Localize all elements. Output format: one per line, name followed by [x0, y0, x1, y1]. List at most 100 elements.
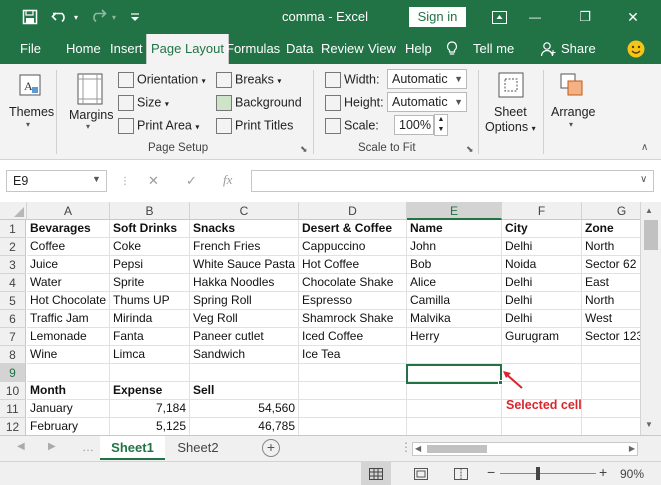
- cell-c1[interactable]: Snacks: [190, 220, 299, 238]
- cell-a11[interactable]: January: [27, 400, 110, 418]
- column-header-b[interactable]: B: [110, 202, 190, 220]
- next-sheet-icon[interactable]: ▶: [48, 441, 56, 452]
- column-header-e[interactable]: E: [407, 202, 502, 220]
- margins-icon[interactable]: [75, 72, 105, 106]
- cell-f1[interactable]: City: [502, 220, 582, 238]
- cell-a7[interactable]: Lemonade: [27, 328, 110, 346]
- cell-a3[interactable]: Juice: [27, 256, 110, 274]
- cell-d7[interactable]: Iced Coffee: [299, 328, 407, 346]
- cell-c7[interactable]: Paneer cutlet: [190, 328, 299, 346]
- cell-f2[interactable]: Delhi: [502, 238, 582, 256]
- cell-d4[interactable]: Chocolate Shake: [299, 274, 407, 292]
- row-header-12[interactable]: 12: [0, 418, 26, 435]
- cell-a5[interactable]: Hot Chocolate: [27, 292, 110, 310]
- cell-a1[interactable]: Bevarages: [27, 220, 110, 238]
- cell-b11[interactable]: 7,184: [110, 400, 190, 418]
- cell-f3[interactable]: Noida: [502, 256, 582, 274]
- cell-c8[interactable]: Sandwich: [190, 346, 299, 364]
- select-all-corner[interactable]: [0, 202, 27, 220]
- themes-dropdown-icon[interactable]: ▾: [26, 120, 30, 129]
- tab-formulas[interactable]: Formulas: [226, 34, 280, 64]
- cell-e7[interactable]: Herry: [407, 328, 502, 346]
- redo-dropdown-icon[interactable]: ▾: [108, 6, 120, 28]
- cell-d11[interactable]: [299, 400, 407, 418]
- column-header-d[interactable]: D: [299, 202, 407, 220]
- expand-formula-bar-icon[interactable]: ∨: [640, 174, 647, 185]
- cell-e12[interactable]: [407, 418, 502, 435]
- zoom-level[interactable]: 90%: [620, 467, 644, 481]
- sheet-tab-sheet1[interactable]: Sheet1: [100, 436, 165, 460]
- customize-toolbar-icon[interactable]: [125, 6, 145, 28]
- cell-b3[interactable]: Pepsi: [110, 256, 190, 274]
- tab-page-layout[interactable]: Page Layout: [146, 34, 230, 64]
- sheet-options-button[interactable]: Options ▾: [485, 120, 536, 134]
- breaks-button[interactable]: Breaks ▾: [216, 72, 281, 88]
- zoom-slider-thumb[interactable]: [536, 467, 540, 480]
- new-sheet-icon[interactable]: +: [262, 439, 280, 457]
- cell-f7[interactable]: Gurugram: [502, 328, 582, 346]
- insert-function-icon[interactable]: fx: [223, 172, 232, 188]
- cell-a6[interactable]: Traffic Jam: [27, 310, 110, 328]
- row-header-7[interactable]: 7: [0, 328, 26, 346]
- arrange-button[interactable]: Arrange: [551, 105, 595, 119]
- cell-c9[interactable]: [190, 364, 299, 382]
- lightbulb-icon[interactable]: [446, 34, 462, 64]
- cell-b10[interactable]: Expense: [110, 382, 190, 400]
- cell-e1[interactable]: Name: [407, 220, 502, 238]
- formula-input[interactable]: [251, 170, 654, 192]
- cancel-icon[interactable]: ✕: [148, 173, 159, 189]
- tell-me-search[interactable]: Tell me: [473, 34, 514, 64]
- tab-split-icon[interactable]: ⋮: [400, 440, 412, 454]
- page-setup-launcher-icon[interactable]: ⬊: [300, 144, 308, 155]
- cell-b1[interactable]: Soft Drinks: [110, 220, 190, 238]
- tab-help[interactable]: Help: [405, 34, 432, 64]
- minimize-button[interactable]: —: [520, 6, 550, 28]
- save-icon[interactable]: [20, 6, 40, 28]
- cell-c5[interactable]: Spring Roll: [190, 292, 299, 310]
- cell-a9[interactable]: [27, 364, 110, 382]
- cell-d2[interactable]: Cappuccino: [299, 238, 407, 256]
- horizontal-scroll-thumb[interactable]: [427, 445, 487, 453]
- sheet-options-label[interactable]: Sheet: [494, 105, 527, 119]
- vertical-scrollbar[interactable]: ▲ ▼: [640, 202, 661, 435]
- print-area-button[interactable]: Print Area ▾: [118, 118, 199, 134]
- row-header-8[interactable]: 8: [0, 346, 26, 364]
- undo-icon[interactable]: [50, 6, 70, 28]
- sign-in-button[interactable]: Sign in: [409, 7, 466, 27]
- ribbon-display-options-icon[interactable]: [488, 6, 510, 28]
- scale-input[interactable]: 100%: [394, 115, 434, 135]
- row-header-11[interactable]: 11: [0, 400, 26, 418]
- print-titles-button[interactable]: Print Titles: [216, 118, 293, 134]
- vertical-scroll-thumb[interactable]: [644, 220, 658, 250]
- size-button[interactable]: Size ▾: [118, 95, 169, 111]
- column-header-a[interactable]: A: [27, 202, 110, 220]
- column-header-c[interactable]: C: [190, 202, 299, 220]
- height-select[interactable]: Automatic ▼: [387, 92, 467, 112]
- cell-f12[interactable]: [502, 418, 582, 435]
- horizontal-scrollbar[interactable]: ◀ ▶: [412, 442, 638, 456]
- orientation-button[interactable]: Orientation ▾: [118, 72, 206, 88]
- themes-button[interactable]: Themes: [9, 105, 54, 119]
- background-button[interactable]: Background: [216, 95, 302, 111]
- smiley-feedback-icon[interactable]: [627, 34, 647, 64]
- cell-a12[interactable]: February: [27, 418, 110, 435]
- cell-d12[interactable]: [299, 418, 407, 435]
- row-header-4[interactable]: 4: [0, 274, 26, 292]
- cell-c2[interactable]: French Fries: [190, 238, 299, 256]
- tab-insert[interactable]: Insert: [110, 34, 143, 64]
- cell-c4[interactable]: Hakka Noodles: [190, 274, 299, 292]
- cell-a10[interactable]: Month: [27, 382, 110, 400]
- undo-dropdown-icon[interactable]: ▾: [70, 6, 82, 28]
- column-header-f[interactable]: F: [502, 202, 582, 220]
- cell-d3[interactable]: Hot Coffee: [299, 256, 407, 274]
- cell-d1[interactable]: Desert & Coffee: [299, 220, 407, 238]
- cell-b5[interactable]: Thums UP: [110, 292, 190, 310]
- tab-view[interactable]: View: [368, 34, 396, 64]
- tab-file[interactable]: File: [20, 34, 41, 64]
- themes-icon[interactable]: A: [17, 72, 43, 98]
- cell-c11[interactable]: 54,560: [190, 400, 299, 418]
- zoom-in-button[interactable]: +: [599, 464, 607, 480]
- scroll-up-icon[interactable]: ▲: [645, 206, 653, 215]
- cell-e6[interactable]: Malvika: [407, 310, 502, 328]
- cell-b7[interactable]: Fanta: [110, 328, 190, 346]
